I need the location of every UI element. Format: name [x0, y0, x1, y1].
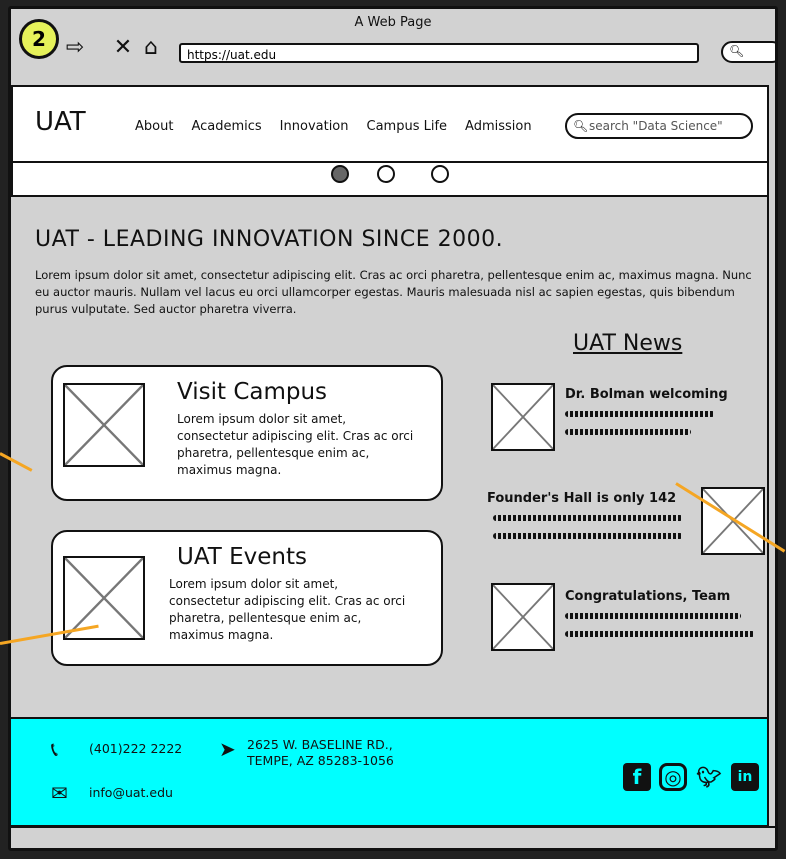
scribble-text — [565, 631, 755, 637]
intro-paragraph: Lorem ipsum dolor sit amet, consectetur … — [35, 268, 752, 316]
nav-campus-life[interactable]: Campus Life — [367, 119, 448, 134]
location-arrow-icon: ➤ — [219, 737, 236, 761]
site-header: UAT About Academics Innovation Campus Li… — [11, 85, 769, 163]
news-heading: UAT News — [573, 331, 683, 356]
page-title: UAT - LEADING INNOVATION SINCE 2000. — [35, 227, 504, 252]
site-search-input[interactable]: 🔍︎ search "Data Science" — [565, 113, 753, 139]
card-title: UAT Events — [177, 544, 308, 570]
home-icon[interactable]: ⌂ — [137, 33, 165, 61]
close-icon[interactable]: ✕ — [109, 33, 137, 61]
nav-admission[interactable]: Admission — [465, 119, 532, 134]
site-logo[interactable]: UAT — [35, 107, 86, 137]
scribble-text — [565, 411, 715, 417]
footer-address-line2: TEMPE, AZ 85283-1056 — [247, 753, 394, 768]
window-title: A Web Page — [354, 15, 432, 30]
scribble-text — [565, 429, 691, 435]
nav-academics[interactable]: Academics — [191, 119, 261, 134]
visit-campus-card[interactable]: Visit Campus Lorem ipsum dolor sit amet,… — [51, 365, 443, 501]
search-icon: 🔍︎ — [573, 119, 589, 133]
image-placeholder — [63, 383, 145, 467]
mail-icon: ✉︎ — [51, 781, 68, 805]
image-placeholder — [63, 556, 145, 640]
instagram-icon[interactable]: ◎ — [659, 763, 687, 791]
card-text: Lorem ipsum dolor sit amet, consectetur … — [169, 577, 406, 642]
hero-carousel — [11, 163, 769, 197]
facebook-icon[interactable]: f — [623, 763, 651, 791]
carousel-dot-2[interactable] — [377, 165, 395, 183]
browser-window: A Web Page 2 ⇨ ✕ ⌂ https://uat.edu 🔍︎ UA… — [8, 6, 778, 851]
search-icon: 🔍︎ — [729, 44, 745, 58]
news-title: Dr. Bolman welcoming — [565, 387, 728, 402]
news-title: Founder's Hall is only 142 — [487, 491, 677, 506]
url-input[interactable]: https://uat.edu — [179, 43, 699, 63]
scrollbar[interactable] — [767, 85, 775, 828]
scribble-text — [493, 515, 683, 521]
image-placeholder — [491, 583, 555, 651]
news-title: Congratulations, Team — [565, 589, 731, 604]
card-title: Visit Campus — [177, 379, 328, 405]
scribble-text — [565, 613, 741, 619]
main-nav: About Academics Innovation Campus Life A… — [135, 119, 550, 134]
nav-about[interactable]: About — [135, 119, 173, 134]
twitter-icon[interactable]: 🐦︎ — [695, 763, 723, 791]
image-placeholder — [491, 383, 555, 451]
forward-arrow-icon[interactable]: ⇨ — [61, 33, 89, 61]
linkedin-icon[interactable]: in — [731, 763, 759, 791]
scribble-text — [493, 533, 683, 539]
carousel-dot-3[interactable] — [431, 165, 449, 183]
phone-icon: 📞︎ — [51, 737, 58, 761]
browser-toolbar: A Web Page 2 ⇨ ✕ ⌂ https://uat.edu 🔍︎ — [11, 9, 775, 89]
carousel-dot-1[interactable] — [331, 165, 349, 183]
uat-events-card[interactable]: UAT Events Lorem ipsum dolor sit amet, c… — [51, 530, 443, 666]
footer-phone[interactable]: (401)222 2222 — [89, 741, 182, 757]
nav-innovation[interactable]: Innovation — [280, 119, 349, 134]
search-placeholder: search "Data Science" — [589, 119, 723, 133]
card-text: Lorem ipsum dolor sit amet, consectetur … — [177, 412, 414, 477]
footer-email[interactable]: info@uat.edu — [89, 785, 173, 801]
step-badge: 2 — [19, 19, 59, 59]
site-footer: 📞︎ (401)222 2222 ➤ 2625 W. BASELINE RD.,… — [11, 717, 769, 827]
status-bar — [11, 826, 775, 848]
footer-address-line1: 2625 W. BASELINE RD., — [247, 737, 393, 752]
social-links: f ◎ 🐦︎ in — [623, 763, 759, 791]
page-viewport: UAT About Academics Innovation Campus Li… — [11, 85, 769, 828]
browser-search-field[interactable]: 🔍︎ — [721, 41, 775, 63]
